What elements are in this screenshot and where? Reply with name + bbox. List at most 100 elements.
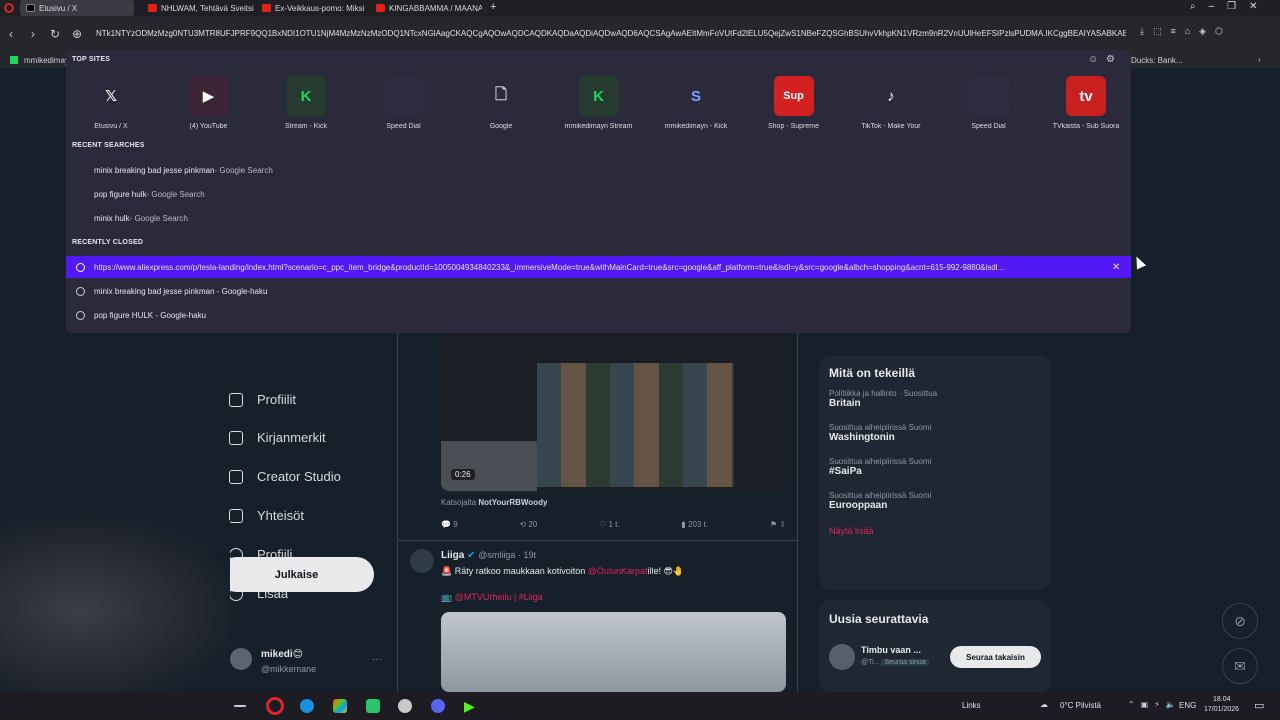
links-toolbar[interactable]: Links bbox=[962, 701, 981, 710]
reply-count[interactable]: 💬 9 bbox=[441, 520, 458, 529]
liiga-avatar[interactable] bbox=[410, 549, 434, 573]
globe-icon bbox=[76, 262, 85, 272]
trends-panel: Mitä on tekeillä Politiikka ja hallinto … bbox=[819, 356, 1051, 590]
tweet-header: Liiga ✔ @smliiga · 19t bbox=[441, 550, 536, 561]
video-inset-image bbox=[441, 441, 537, 491]
tray-icons[interactable]: ⌃▣⚡🔈 bbox=[1128, 700, 1182, 709]
language-indicator[interactable]: ENG bbox=[1179, 701, 1196, 710]
address-dropdown: TOP SITES ☺ ⚙ 𝕏 Etusivu / X ▶ (4) YouTube K S… bbox=[66, 50, 1131, 333]
post-button[interactable]: Julkaise bbox=[219, 557, 374, 592]
hockey-video[interactable] bbox=[441, 612, 786, 692]
nav-bookmarks[interactable]: Kirjanmerkit bbox=[229, 430, 326, 445]
messages-icon[interactable]: ✉ bbox=[1222, 648, 1258, 684]
recent-search-item[interactable]: minix breaking bad jesse pinkman - Googl… bbox=[66, 159, 1131, 181]
retweet-count[interactable]: ⟲ 20 bbox=[519, 520, 537, 529]
video-thumbnail[interactable]: 0:26 bbox=[441, 333, 786, 491]
trend-item[interactable]: Politiikka ja hallinto · Suosittua Britai… bbox=[819, 382, 1051, 416]
trend-item[interactable]: Suosittua aiheipiirissä Suomi Washingtoni… bbox=[819, 416, 1051, 450]
emoji-icon[interactable]: ☺ bbox=[1088, 54, 1098, 65]
nav-profiles[interactable]: Profiilit bbox=[229, 392, 296, 407]
account-menu-icon[interactable]: ··· bbox=[372, 654, 382, 665]
task-view-icon[interactable] bbox=[234, 705, 246, 707]
top-site-label: TVkaista - Sub Suora bbox=[1052, 123, 1120, 130]
follow-title: Uusia seurattavia bbox=[829, 612, 929, 626]
webcam-overlay bbox=[0, 520, 230, 692]
recent-search-item[interactable]: pop figure hulk - Google Search bbox=[66, 183, 1131, 205]
top-site-tile[interactable]: ♪ TikTok - Make Your bbox=[846, 76, 936, 130]
search-icon bbox=[76, 214, 85, 223]
discord-icon[interactable] bbox=[431, 699, 445, 713]
opera-taskbar-icon[interactable] bbox=[266, 697, 284, 715]
list-icon bbox=[229, 392, 243, 407]
site-info-icon[interactable]: ⊕ bbox=[68, 25, 86, 43]
opera-logo-icon[interactable] bbox=[4, 3, 14, 13]
grok-icon[interactable]: ⊘ bbox=[1222, 603, 1258, 639]
tab-veikkaus[interactable]: Ex-Veikkaus-pomo: Miksi bbox=[256, 0, 368, 16]
top-site-label: Stream - Kick bbox=[284, 123, 327, 130]
recently-closed-item[interactable]: pop figure HULK - Google-haku bbox=[66, 304, 1131, 326]
top-site-label: Etusivu / X bbox=[94, 123, 128, 130]
x-logo-icon: 𝕏 bbox=[91, 76, 131, 116]
top-site-tile[interactable]: Speed Dial bbox=[359, 76, 449, 130]
recently-closed-item-selected[interactable]: https://www.aliexpress.com/p/tesla-landi… bbox=[66, 256, 1131, 278]
chevron-right-icon[interactable]: › bbox=[1258, 55, 1261, 64]
top-site-tile[interactable]: ▶ (4) YouTube bbox=[164, 76, 254, 130]
follow-back-button[interactable]: Seuraa takaisin bbox=[950, 646, 1041, 668]
notification-icon[interactable]: ▭ bbox=[1254, 699, 1264, 712]
top-site-tile[interactable]: Smmikedimayn - Kick bbox=[651, 76, 741, 130]
globe-icon bbox=[76, 310, 85, 320]
store-icon[interactable] bbox=[333, 699, 347, 713]
show-more-link[interactable]: Näytä lisää bbox=[819, 518, 1051, 544]
nav-communities[interactable]: Yhteisöt bbox=[229, 508, 304, 523]
x-logo-icon bbox=[26, 4, 35, 12]
youtube-icon bbox=[376, 4, 385, 12]
tab-kingabbamma[interactable]: KINGABBAMMA / MAANANTAI bbox=[370, 0, 482, 16]
bookmark-icon[interactable]: ⚑ ⇪ bbox=[770, 520, 786, 529]
top-site-tile[interactable]: Speed Dial bbox=[944, 76, 1034, 130]
app-icon-2[interactable] bbox=[398, 699, 412, 713]
url-input[interactable]: NTk1NTYzODMzMzg0NTU3MTR8UFJPRF9QQ1BxNDI1… bbox=[96, 29, 1126, 38]
clock-time[interactable]: 18.04 bbox=[1213, 696, 1231, 703]
recent-search-item[interactable]: minix hulk - Google Search bbox=[66, 207, 1131, 229]
top-site-label: Google bbox=[489, 123, 513, 130]
watched-from: Katsojalta NotYourRBWoody bbox=[441, 498, 548, 507]
nav-creator-studio[interactable]: Creator Studio bbox=[229, 469, 341, 484]
weather-text[interactable]: 0°C Pilvistä bbox=[1060, 701, 1101, 710]
edge-icon[interactable] bbox=[300, 699, 314, 713]
bookmark-item[interactable]: Ducks: Bank... bbox=[1131, 56, 1183, 65]
top-site-tile[interactable]: 𝕏 Etusivu / X bbox=[66, 76, 156, 130]
top-sites-header: TOP SITES bbox=[72, 56, 111, 63]
youtube-icon bbox=[262, 4, 271, 12]
bookmark-item[interactable]: mmikedimayn bbox=[24, 56, 66, 65]
top-site-tile[interactable]: tv TVkaista - Sub Suora bbox=[1041, 76, 1131, 130]
top-site-tile[interactable]: Sup Shop - Supreme bbox=[749, 76, 839, 130]
trend-item[interactable]: Suosittua aiheipiirissä Suomi Eurooppaan bbox=[819, 484, 1051, 518]
tab-etusivu[interactable]: Etusivu / X bbox=[20, 0, 134, 16]
recently-closed-header: RECENTLY CLOSED bbox=[72, 239, 144, 246]
follow-avatar[interactable] bbox=[829, 644, 855, 670]
top-site-tile[interactable]: Kmmikedimayn Stream bbox=[554, 76, 644, 130]
forward-icon[interactable]: › bbox=[24, 25, 42, 43]
close-icon[interactable]: ✕ bbox=[1112, 262, 1120, 273]
youtube-icon: ▶ bbox=[188, 76, 229, 116]
settings-gear-icon[interactable]: ⚙ bbox=[1106, 54, 1115, 65]
like-count[interactable]: ♡ 1 t. bbox=[599, 520, 620, 529]
tab-nhlwam[interactable]: NHLWAM, Tehtävä Sveitsi bbox=[142, 0, 254, 16]
app-icon[interactable] bbox=[366, 699, 380, 713]
kick-taskbar-icon[interactable]: ▶ bbox=[464, 699, 478, 713]
recent-searches-header: RECENT SEARCHES bbox=[72, 142, 145, 149]
reload-icon[interactable]: ↻ bbox=[46, 25, 64, 43]
trend-item[interactable]: Suosittua aiheipiirissä Suomi #SaiPa bbox=[819, 450, 1051, 484]
recently-closed-item[interactable]: minix breaking bad jesse pinkman - Googl… bbox=[66, 280, 1131, 302]
window-controls[interactable]: ⌕–❐✕ bbox=[1190, 1, 1271, 12]
new-tab-icon[interactable]: + bbox=[490, 1, 496, 13]
follow-handle: @Ti... Seuraa sinua bbox=[861, 659, 929, 666]
top-site-tile[interactable]: 🗋 Google bbox=[456, 76, 546, 130]
top-site-tile[interactable]: K Stream - Kick bbox=[261, 76, 351, 130]
follow-name[interactable]: Timbu vaan ... bbox=[861, 645, 921, 655]
taskbar: ▶ Links ☁ 0°C Pilvistä ⌃▣⚡🔈 ENG 18.04 17… bbox=[0, 692, 1280, 720]
clock-date[interactable]: 17/01/2026 bbox=[1204, 706, 1239, 713]
toolbar-icons[interactable]: ⤓⬚≡⌂◈⬡ bbox=[1140, 26, 1232, 37]
back-icon[interactable]: ‹ bbox=[2, 25, 20, 43]
view-count[interactable]: ▮ 203 t. bbox=[681, 520, 708, 529]
